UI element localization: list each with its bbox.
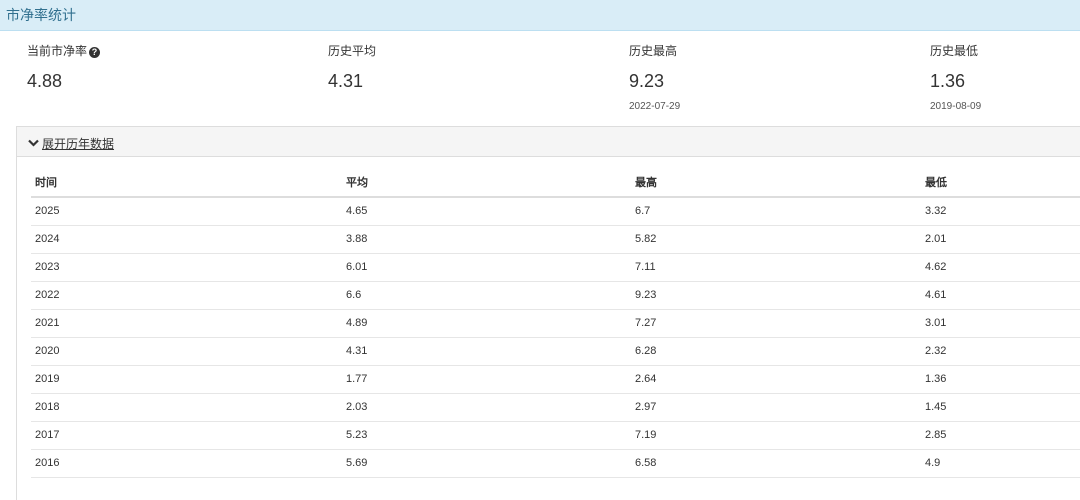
cell-year: 2021: [31, 309, 342, 338]
stat-label: 历史最高: [629, 44, 678, 58]
stat-value: 1.36: [930, 71, 966, 91]
yearly-data-panel: 展开历年数据 时间 平均 最高 最低 2025 4.65 6.7 3.32 2024 3.…: [16, 126, 1080, 500]
expand-yearly-data-label: 展开历年数据: [42, 137, 115, 151]
cell-year: 2018: [31, 393, 342, 422]
table-header-row: 时间 平均 最高 最低: [31, 167, 1080, 198]
cell-average: 4.31: [342, 337, 631, 366]
table-row: 2024 3.88 5.82 2.01: [31, 225, 1080, 254]
table-row: 2016 5.69 6.58 4.9: [31, 449, 1080, 478]
cell-low: 2.01: [921, 225, 1080, 254]
stat-value: 4.88: [27, 71, 63, 91]
table-row: 2021 4.89 7.27 3.01: [31, 309, 1080, 338]
cell-high: 6.58: [631, 449, 921, 478]
cell-average: 6.6: [342, 281, 631, 310]
cell-average: 5.23: [342, 421, 631, 450]
cell-high: 7.27: [631, 309, 921, 338]
stat-value: 9.23: [629, 71, 665, 91]
cell-low: 3.01: [921, 309, 1080, 338]
cell-year: 2016: [31, 449, 342, 478]
cell-average: 6.01: [342, 253, 631, 282]
stat-label: 历史最低: [930, 44, 979, 58]
expand-yearly-data-toggle[interactable]: 展开历年数据: [28, 135, 114, 152]
cell-low: 4.9: [921, 449, 1080, 478]
stat-date: 2022-07-29: [629, 101, 681, 112]
cell-low: 4.61: [921, 281, 1080, 310]
cell-high: 6.28: [631, 337, 921, 366]
cell-year: 2019: [31, 365, 342, 394]
cell-year: 2020: [31, 337, 342, 366]
yearly-pb-table: 时间 平均 最高 最低 2025 4.65 6.7 3.32 2024 3.88 5.82 2…: [31, 167, 1080, 478]
table-row: 2017 5.23 7.19 2.85: [31, 421, 1080, 450]
table-row: 2018 2.03 2.97 1.45: [31, 393, 1080, 422]
cell-low: 4.62: [921, 253, 1080, 282]
cell-low: 2.32: [921, 337, 1080, 366]
panel-header: 展开历年数据: [17, 127, 1080, 157]
table-row: 2023 6.01 7.11 4.62: [31, 253, 1080, 282]
cell-low: 3.32: [921, 197, 1080, 226]
cell-average: 1.77: [342, 365, 631, 394]
stat-date: 2019-08-09: [930, 101, 982, 112]
cell-year: 2024: [31, 225, 342, 254]
cell-high: 5.82: [631, 225, 921, 254]
column-header-time: 时间: [31, 167, 342, 198]
table-row: 2019 1.77 2.64 1.36: [31, 365, 1080, 394]
cell-low: 2.85: [921, 421, 1080, 450]
cell-average: 4.89: [342, 309, 631, 338]
cell-low: 1.45: [921, 393, 1080, 422]
cell-average: 5.69: [342, 449, 631, 478]
table-row: 2022 6.6 9.23 4.61: [31, 281, 1080, 310]
cell-year: 2025: [31, 197, 342, 226]
cell-average: 3.88: [342, 225, 631, 254]
cell-average: 4.65: [342, 197, 631, 226]
cell-year: 2023: [31, 253, 342, 282]
cell-high: 2.97: [631, 393, 921, 422]
table-row: 2025 4.65 6.7 3.32: [31, 197, 1080, 226]
cell-average: 2.03: [342, 393, 631, 422]
stat-label: 历史平均: [328, 44, 377, 58]
stats-summary: 当前市净率? 4.88 历史平均 4.31 历史最高 9.23 2022-07-…: [0, 31, 1080, 123]
cell-high: 2.64: [631, 365, 921, 394]
chevron-down-icon: [28, 136, 39, 150]
column-header-average: 平均: [342, 167, 631, 198]
question-icon[interactable]: ?: [89, 47, 101, 58]
cell-year: 2022: [31, 281, 342, 310]
column-header-high: 最高: [631, 167, 921, 198]
cell-high: 7.19: [631, 421, 921, 450]
cell-high: 7.11: [631, 253, 921, 282]
table-row: 2020 4.31 6.28 2.32: [31, 337, 1080, 366]
cell-low: 1.36: [921, 365, 1080, 394]
cell-high: 6.7: [631, 197, 921, 226]
column-header-low: 最低: [921, 167, 1080, 198]
cell-high: 9.23: [631, 281, 921, 310]
cell-year: 2017: [31, 421, 342, 450]
section-title: 市净率统计: [0, 0, 1080, 31]
stat-value: 4.31: [328, 71, 364, 91]
stat-label: 当前市净率: [27, 44, 88, 58]
